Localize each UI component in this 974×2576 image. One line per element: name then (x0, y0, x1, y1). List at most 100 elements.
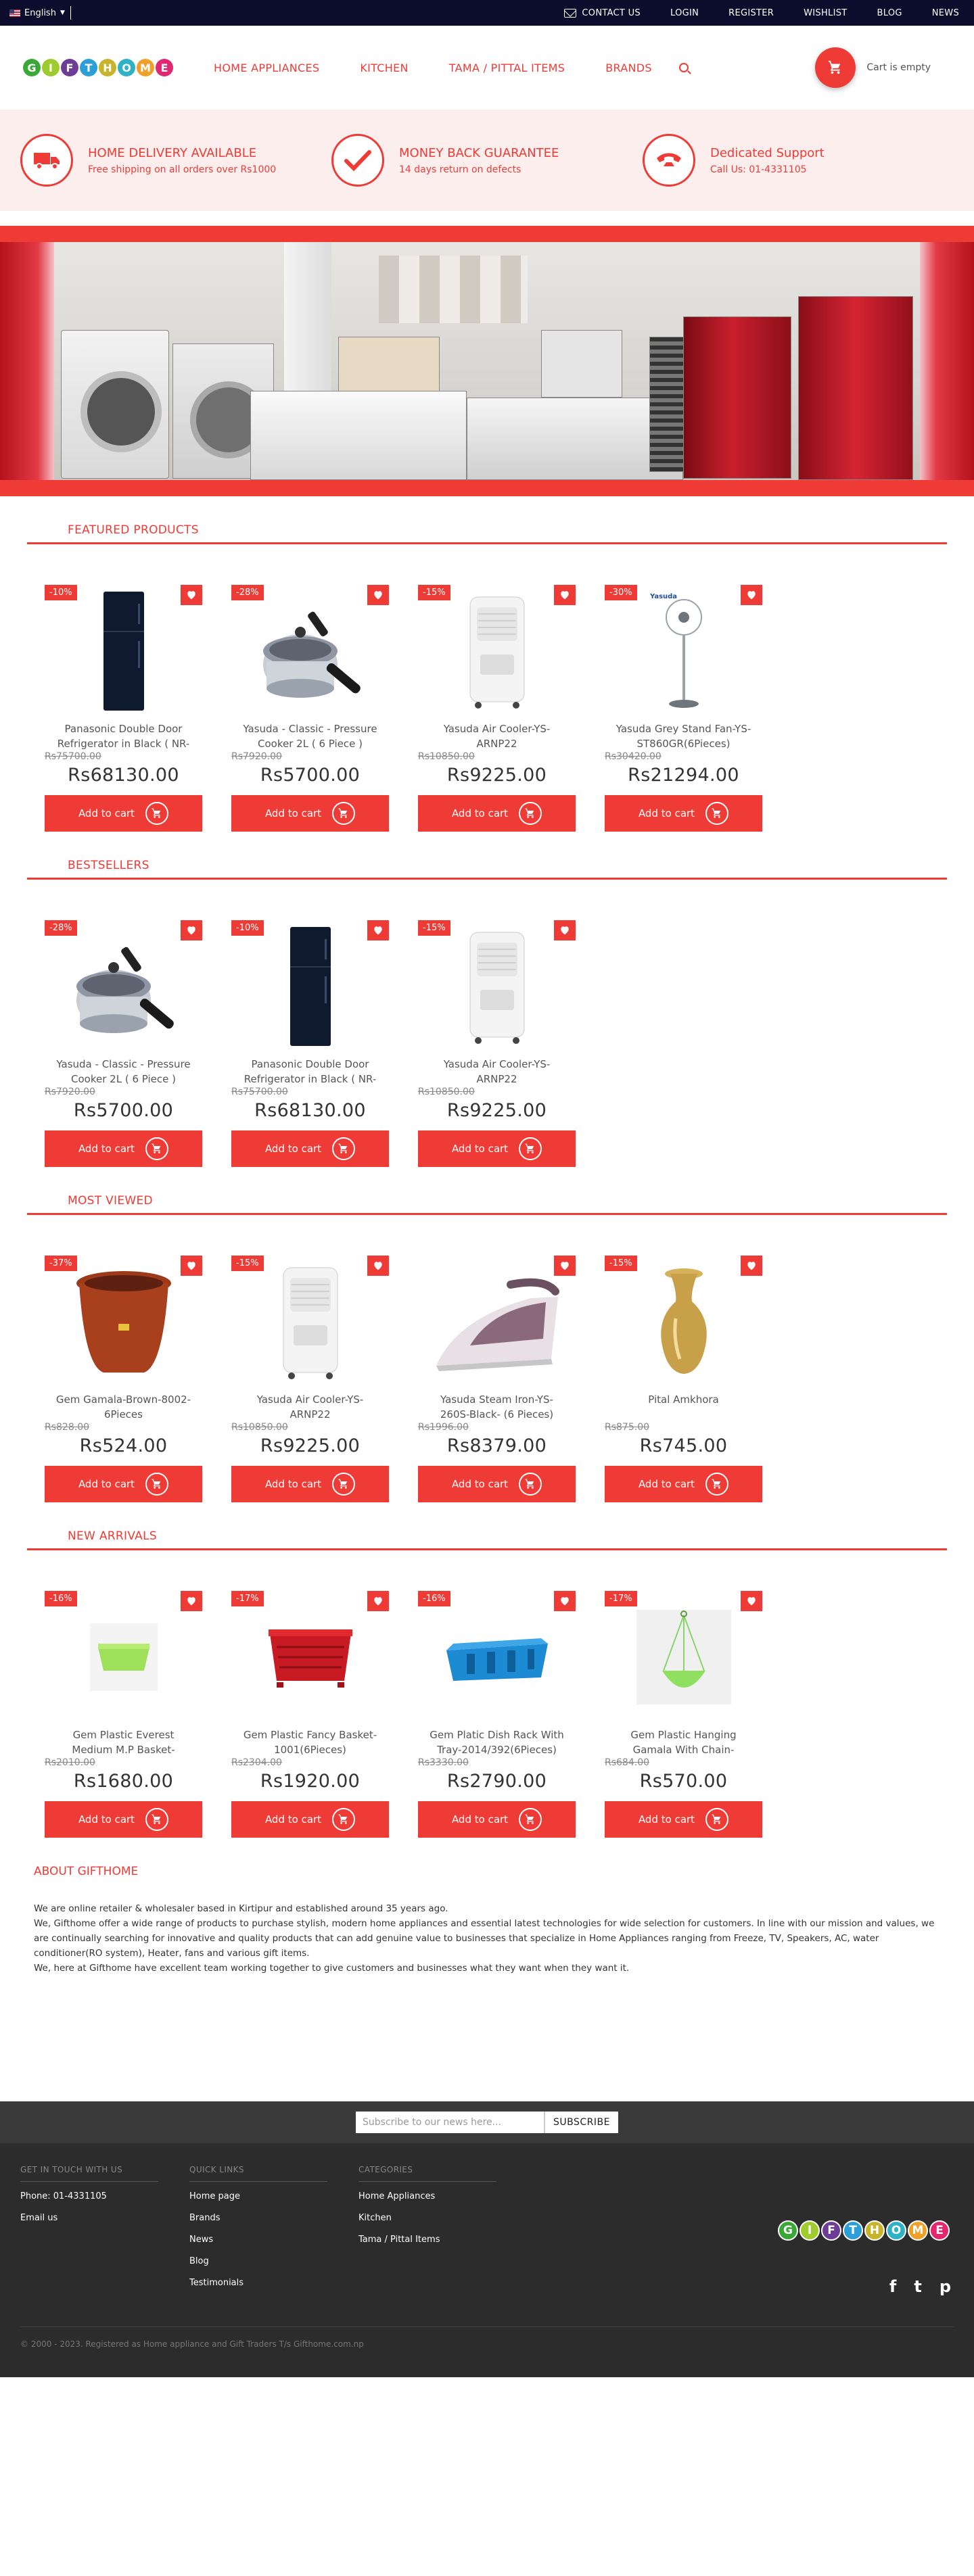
footer-link-tama-pittal[interactable]: Tama / Pittal Items (358, 2235, 496, 2245)
footer-link-brands[interactable]: Brands (189, 2213, 327, 2223)
product-image[interactable]: -30% Yasuda (605, 585, 762, 717)
product-image[interactable]: -16% (418, 1591, 576, 1723)
wishlist-heart-icon[interactable] (554, 1591, 576, 1611)
product-name[interactable]: Yasuda Steam Iron-YS-260S-Black- (6 Piec… (418, 1392, 576, 1422)
cart-button[interactable] (815, 47, 856, 88)
product-image[interactable] (418, 1256, 576, 1388)
wishlist-heart-icon[interactable] (181, 1256, 202, 1276)
wishlist-heart-icon[interactable] (741, 1256, 762, 1276)
gifthome-logo[interactable]: GIFTHOME (23, 59, 173, 76)
product-card[interactable]: -10% Panasonic Double Door Refrigerator i… (45, 585, 202, 832)
product-card[interactable]: -16% Gem Platic Dish Rack With Tray-2014/… (418, 1591, 576, 1838)
product-card[interactable]: -10% Panasonic Double Door Refrigerator i… (231, 920, 389, 1167)
product-image[interactable]: -15% (418, 585, 576, 717)
wishlist-heart-icon[interactable] (554, 920, 576, 940)
product-image[interactable]: -10% (45, 585, 202, 717)
product-image[interactable]: -10% (231, 920, 389, 1053)
add-to-cart-button[interactable]: Add to cart (418, 1466, 576, 1502)
wishlist-heart-icon[interactable] (741, 1591, 762, 1611)
add-to-cart-button[interactable]: Add to cart (45, 1801, 202, 1838)
product-name[interactable]: Gem Plastic Everest Medium M.P Basket-44… (45, 1727, 202, 1757)
product-name[interactable]: Gem Platic Dish Rack With Tray-2014/392(… (418, 1727, 576, 1757)
wishlist-heart-icon[interactable] (367, 1591, 389, 1611)
wishlist-heart-icon[interactable] (181, 1591, 202, 1611)
add-to-cart-button[interactable]: Add to cart (418, 1801, 576, 1838)
add-to-cart-button[interactable]: Add to cart (605, 1466, 762, 1502)
wishlist-heart-icon[interactable] (367, 920, 389, 940)
language-selector[interactable]: English ▼ (9, 6, 71, 20)
product-card[interactable]: -28% Yasuda - Classic - Pressure Cooker 2… (231, 585, 389, 832)
product-card[interactable]: -17% Gem Plastic Hanging Gamala With Chai… (605, 1591, 762, 1838)
add-to-cart-button[interactable]: Add to cart (418, 795, 576, 832)
product-image[interactable]: -15% (605, 1256, 762, 1388)
wishlist-heart-icon[interactable] (367, 585, 389, 605)
add-to-cart-button[interactable]: Add to cart (605, 1801, 762, 1838)
product-name[interactable]: Panasonic Double Door Refrigerator in Bl… (45, 721, 202, 751)
wishlist-link[interactable]: WISHLIST (804, 8, 847, 18)
product-name[interactable]: Yasuda - Classic - Pressure Cooker 2L ( … (231, 721, 389, 751)
wishlist-heart-icon[interactable] (741, 585, 762, 605)
wishlist-heart-icon[interactable] (554, 1256, 576, 1276)
add-to-cart-button[interactable]: Add to cart (45, 1130, 202, 1167)
nav-kitchen[interactable]: KITCHEN (360, 62, 408, 74)
add-to-cart-button[interactable]: Add to cart (231, 1466, 389, 1502)
wishlist-heart-icon[interactable] (554, 585, 576, 605)
login-link[interactable]: LOGIN (670, 8, 699, 18)
product-image[interactable]: -37% (45, 1256, 202, 1388)
product-image[interactable]: -28% (231, 585, 389, 717)
wishlist-heart-icon[interactable] (367, 1256, 389, 1276)
add-to-cart-button[interactable]: Add to cart (418, 1130, 576, 1167)
footer-link-testimonials[interactable]: Testimonials (189, 2278, 327, 2288)
wishlist-heart-icon[interactable] (181, 585, 202, 605)
product-image[interactable]: -17% (231, 1591, 389, 1723)
add-to-cart-button[interactable]: Add to cart (231, 1130, 389, 1167)
product-image[interactable]: -17% (605, 1591, 762, 1723)
nav-tama-pittal-items[interactable]: TAMA / PITTAL ITEMS (449, 62, 565, 74)
product-card[interactable]: -15% Yasuda Air Cooler-YS-ARNP22 Rs10850.0… (231, 1256, 389, 1502)
product-card[interactable]: Yasuda Steam Iron-YS-260S-Black- (6 Piec… (418, 1256, 576, 1502)
pinterest-icon[interactable]: p (940, 2277, 951, 2296)
nav-brands[interactable]: BRANDS (605, 62, 652, 74)
add-to-cart-button[interactable]: Add to cart (45, 795, 202, 832)
newsletter-email-input[interactable]: Subscribe to our news here... (356, 2112, 544, 2133)
product-name[interactable]: Yasuda Grey Stand Fan-YS-ST860GR(6Pieces… (605, 721, 762, 751)
product-image[interactable]: -28% (45, 920, 202, 1053)
wishlist-heart-icon[interactable] (181, 920, 202, 940)
nav-home-appliances[interactable]: HOME APPLIANCES (214, 62, 319, 74)
register-link[interactable]: REGISTER (728, 8, 774, 18)
footer-link-news[interactable]: News (189, 2235, 327, 2245)
product-name[interactable]: Yasuda Air Cooler-YS-ARNP22 (231, 1392, 389, 1422)
add-to-cart-button[interactable]: Add to cart (45, 1466, 202, 1502)
add-to-cart-button[interactable]: Add to cart (605, 795, 762, 832)
footer-link-blog[interactable]: Blog (189, 2256, 327, 2266)
add-to-cart-button[interactable]: Add to cart (231, 795, 389, 832)
product-name[interactable]: Yasuda Air Cooler-YS-ARNP22 (418, 721, 576, 751)
product-image[interactable]: -15% (418, 920, 576, 1053)
subscribe-button[interactable]: SUBSCRIBE (544, 2112, 618, 2133)
add-to-cart-button[interactable]: Add to cart (231, 1801, 389, 1838)
product-name[interactable]: Yasuda - Classic - Pressure Cooker 2L ( … (45, 1057, 202, 1087)
product-card[interactable]: -15% Yasuda Air Cooler-YS-ARNP22 Rs10850.0… (418, 920, 576, 1167)
product-card[interactable]: -16% Gem Plastic Everest Medium M.P Baske… (45, 1591, 202, 1838)
hero-banner[interactable] (0, 226, 974, 496)
product-name[interactable]: Panasonic Double Door Refrigerator in Bl… (231, 1057, 389, 1087)
contact-us-link[interactable]: CONTACT US (564, 8, 641, 18)
product-card[interactable]: -28% Yasuda - Classic - Pressure Cooker 2… (45, 920, 202, 1167)
news-link[interactable]: NEWS (932, 8, 959, 18)
product-image[interactable]: -15% (231, 1256, 389, 1388)
product-name[interactable]: Gem Plastic Hanging Gamala With Chain-80… (605, 1727, 762, 1757)
twitter-icon[interactable]: t (914, 2277, 921, 2296)
product-name[interactable]: Gem Plastic Fancy Basket-1001(6Pieces) (231, 1727, 389, 1757)
footer-link-home-appliances[interactable]: Home Appliances (358, 2191, 496, 2201)
facebook-icon[interactable]: f (889, 2277, 896, 2296)
product-card[interactable]: -15% Yasuda Air Cooler-YS-ARNP22 Rs10850.0… (418, 585, 576, 832)
product-card[interactable]: -15% Pital Amkhora Rs875.00 Rs745.00 Add to … (605, 1256, 762, 1502)
product-image[interactable]: -16% (45, 1591, 202, 1723)
search-icon[interactable] (678, 63, 689, 72)
product-card[interactable]: -37% Gem Gamala-Brown-8002-6Pieces Rs828.0… (45, 1256, 202, 1502)
blog-link[interactable]: BLOG (877, 8, 902, 18)
product-card[interactable]: -30% Yasuda Yasuda Grey Stand Fan-YS-ST860… (605, 585, 762, 832)
product-name[interactable]: Yasuda Air Cooler-YS-ARNP22 (418, 1057, 576, 1087)
product-name[interactable]: Pital Amkhora (605, 1392, 762, 1422)
footer-link-home[interactable]: Home page (189, 2191, 327, 2201)
